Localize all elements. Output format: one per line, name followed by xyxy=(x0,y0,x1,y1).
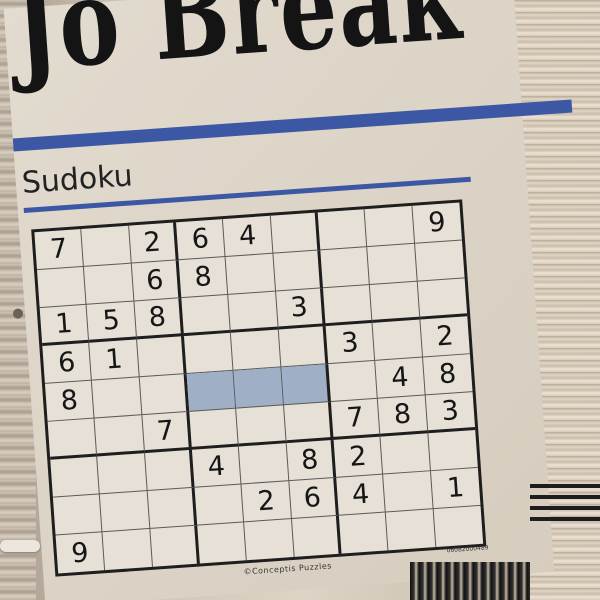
sudoku-cell xyxy=(94,415,145,457)
sudoku-cell xyxy=(47,418,98,460)
decorative-rules xyxy=(530,484,600,534)
sudoku-cell: 2 xyxy=(241,481,292,523)
sudoku-cell: 4 xyxy=(375,357,426,399)
sudoku-cell xyxy=(147,487,198,529)
newspaper-page: Jo Break Sudoku 726496815836132848778348… xyxy=(3,0,573,600)
sudoku-cell xyxy=(383,471,434,513)
sudoku-cell: 6 xyxy=(176,219,226,261)
sudoku-cell xyxy=(338,512,389,554)
sudoku-cell xyxy=(320,247,371,289)
sudoku-cell xyxy=(225,253,276,295)
sudoku-cell: 8 xyxy=(378,395,429,437)
sudoku-cell xyxy=(84,263,135,305)
sudoku-cell xyxy=(281,364,331,406)
sudoku-cell xyxy=(52,494,103,536)
sudoku-cell xyxy=(197,522,248,564)
sudoku-cell: 7 xyxy=(34,228,85,271)
sudoku-cell: 9 xyxy=(55,532,106,574)
sudoku-cell: 4 xyxy=(336,474,387,516)
sudoku-cell xyxy=(283,402,334,444)
sudoku-cell xyxy=(322,284,373,327)
sudoku-cell: 1 xyxy=(39,304,90,346)
sudoku-cell xyxy=(433,506,483,547)
sudoku-cell: 2 xyxy=(128,222,179,264)
sudoku-cell xyxy=(328,360,379,403)
sudoku-cell xyxy=(364,205,415,248)
sudoku-cell xyxy=(183,332,234,374)
sudoku-cell xyxy=(414,240,465,282)
section-title: Sudoku xyxy=(20,158,134,201)
sudoku-cell xyxy=(372,319,423,361)
sudoku-cell: 8 xyxy=(134,298,184,340)
rule-line xyxy=(530,506,600,510)
sudoku-cell: 3 xyxy=(425,392,476,434)
masthead-title: Jo Break xyxy=(10,0,467,98)
sudoku-cell xyxy=(97,453,148,495)
sudoku-cell xyxy=(100,491,150,533)
sudoku-cell: 5 xyxy=(86,301,137,343)
sudoku-cell: 9 xyxy=(412,202,462,244)
sudoku-cell xyxy=(428,430,478,472)
sudoku-cell xyxy=(139,373,190,416)
sudoku-cell xyxy=(92,377,143,419)
sudoku-cell: 2 xyxy=(420,316,470,358)
sudoku-cell xyxy=(181,294,232,337)
sudoku-cell xyxy=(228,291,279,333)
sudoku-cell xyxy=(239,443,290,485)
sudoku-cell: 7 xyxy=(142,411,192,454)
sudoku-cell xyxy=(102,528,153,571)
sudoku-cell: 3 xyxy=(325,322,376,365)
sudoku-cell: 6 xyxy=(289,477,339,520)
sudoku-cell: 3 xyxy=(275,288,326,330)
sudoku-cell xyxy=(194,484,245,526)
sudoku-cell: 1 xyxy=(89,339,140,381)
sudoku-cell xyxy=(278,326,329,368)
sudoku-cell xyxy=(136,336,187,378)
sudoku-cell xyxy=(417,278,468,320)
sudoku-cell xyxy=(81,225,132,267)
rule-line xyxy=(530,495,600,499)
sudoku-cell: 6 xyxy=(131,260,182,302)
sudoku-cell: 7 xyxy=(330,398,381,440)
sudoku-cell xyxy=(270,212,321,254)
sudoku-cell xyxy=(380,433,431,475)
sudoku-cell: 8 xyxy=(286,439,337,482)
sudoku-cell xyxy=(189,408,240,450)
binder-clip xyxy=(0,540,40,552)
sudoku-cell xyxy=(367,243,418,285)
rule-line xyxy=(530,484,600,488)
sudoku-cell xyxy=(231,329,282,371)
sudoku-cell xyxy=(37,266,87,309)
sudoku-cell xyxy=(386,509,436,551)
sudoku-cell xyxy=(273,250,323,292)
sudoku-cell: 8 xyxy=(44,380,95,422)
sudoku-cell xyxy=(233,367,284,409)
photo-scene: Jo Break Sudoku 726496815836132848778348… xyxy=(0,0,600,600)
sudoku-grid: 726496815836132848778348226419 xyxy=(31,199,487,577)
rule-line xyxy=(530,517,600,521)
sudoku-cell: 2 xyxy=(333,436,384,478)
sudoku-cell xyxy=(186,370,237,412)
sudoku-cell: 8 xyxy=(422,354,473,396)
sudoku-cell: 4 xyxy=(191,446,242,488)
puzzle-code: 06082000489 xyxy=(446,544,489,555)
sudoku-cell xyxy=(50,456,101,498)
sudoku-cell: 6 xyxy=(42,342,93,384)
sudoku-cell: 1 xyxy=(430,467,481,510)
sudoku-cell: 8 xyxy=(178,256,229,299)
sudoku-cell xyxy=(236,405,287,447)
sudoku-cell: 4 xyxy=(223,215,274,257)
puzzle-credit: ©Conceptis Puzzles xyxy=(243,561,333,577)
sudoku-cell xyxy=(244,519,295,561)
dark-print-strip xyxy=(410,562,530,600)
sudoku-cell xyxy=(317,209,368,251)
sudoku-cell xyxy=(144,449,195,492)
sudoku-cell xyxy=(149,525,200,567)
masthead-rule xyxy=(12,99,573,152)
sudoku-cell xyxy=(370,281,421,323)
sudoku-cell xyxy=(291,515,342,557)
